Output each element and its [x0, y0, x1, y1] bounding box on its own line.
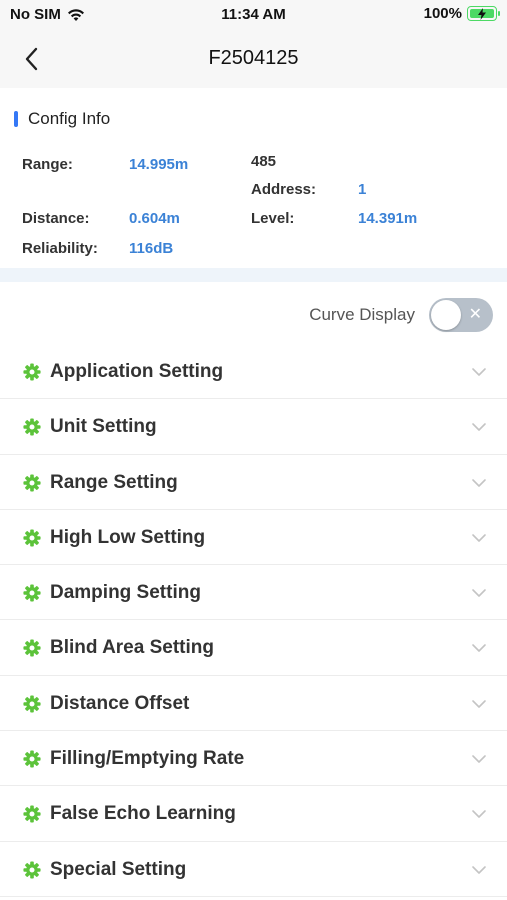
page-title: F2504125 [208, 47, 299, 69]
setting-row[interactable]: High Low Setting [0, 510, 507, 566]
reliability-value: 116dB [129, 240, 174, 257]
chevron-down-icon[interactable] [471, 862, 487, 878]
toggle-off-icon: ✕ [468, 306, 482, 323]
setting-label: Blind Area Setting [50, 637, 214, 659]
chevron-down-icon[interactable] [471, 696, 487, 712]
gear-icon [23, 584, 41, 602]
section-divider [0, 268, 507, 282]
setting-row[interactable]: False Echo Learning [0, 786, 507, 842]
gear-icon [23, 639, 41, 658]
reliability-label: Reliability: [22, 240, 98, 257]
setting-label: High Low Setting [50, 526, 206, 548]
setting-row[interactable]: Damping Setting [0, 565, 507, 621]
setting-label: Distance Offset [50, 692, 190, 714]
gear-icon [23, 363, 41, 381]
chevron-down-icon[interactable] [471, 585, 487, 601]
status-bar: No SIM 11:34 AM 100% [0, 0, 507, 30]
level-label: Level: [251, 210, 295, 227]
range-label: Range: [22, 156, 73, 173]
setting-row[interactable]: Special Setting [0, 842, 507, 897]
setting-label: Unit Setting [50, 416, 157, 438]
chevron-down-icon[interactable] [471, 806, 487, 822]
config-info-card: Config Info Range: 14.995m 485 Address: … [0, 100, 507, 268]
chevron-down-icon[interactable] [471, 530, 487, 546]
address-value: 1 [358, 181, 367, 198]
distance-value: 0.604m [129, 210, 180, 227]
chevron-down-icon[interactable] [471, 419, 487, 435]
battery-icon [467, 6, 500, 21]
section-title: Config Info [28, 109, 111, 128]
setting-row[interactable]: Unit Setting [0, 399, 507, 455]
gear-icon [23, 805, 41, 823]
gear-icon [23, 529, 41, 547]
curve-display-label: Curve Display [309, 305, 415, 324]
curve-display-row: Curve Display ✕ [0, 284, 507, 344]
setting-row[interactable]: Filling/Emptying Rate [0, 731, 507, 787]
gear-icon [23, 695, 41, 713]
setting-label: Application Setting [50, 361, 224, 382]
address-label: Address: [251, 181, 317, 198]
gear-icon [23, 474, 41, 492]
chevron-down-icon[interactable] [471, 640, 487, 656]
status-battery-group: 100% [423, 5, 500, 22]
setting-label: Special Setting [50, 858, 187, 880]
nav-bar: F2504125 [0, 30, 507, 88]
setting-row[interactable]: Blind Area Setting [0, 620, 507, 676]
config-section-header: Config Info [14, 109, 110, 129]
section-accent-bar [14, 111, 18, 127]
gear-icon [23, 861, 41, 879]
chevron-down-icon[interactable] [471, 475, 487, 491]
level-value: 14.391m [358, 210, 418, 227]
battery-percent: 100% [423, 5, 462, 22]
chevron-down-icon[interactable] [471, 751, 487, 767]
gear-icon [23, 750, 41, 768]
curve-display-toggle[interactable]: ✕ [429, 298, 493, 332]
setting-label: Range Setting [50, 471, 178, 493]
setting-label: Filling/Emptying Rate [50, 748, 245, 770]
setting-row[interactable]: Range Setting [0, 455, 507, 510]
gear-icon [23, 418, 41, 436]
setting-row[interactable]: Application Setting [0, 344, 507, 400]
protocol-value: 485 [251, 153, 277, 170]
settings-list: Application Setting Unit Setting Range S… [0, 344, 507, 897]
toggle-knob [431, 300, 461, 330]
distance-label: Distance: [22, 210, 90, 227]
setting-label: Damping Setting [50, 582, 201, 604]
chevron-down-icon[interactable] [471, 364, 487, 380]
setting-label: False Echo Learning [50, 803, 236, 825]
range-value: 14.995m [129, 156, 189, 173]
setting-row[interactable]: Distance Offset [0, 676, 507, 732]
